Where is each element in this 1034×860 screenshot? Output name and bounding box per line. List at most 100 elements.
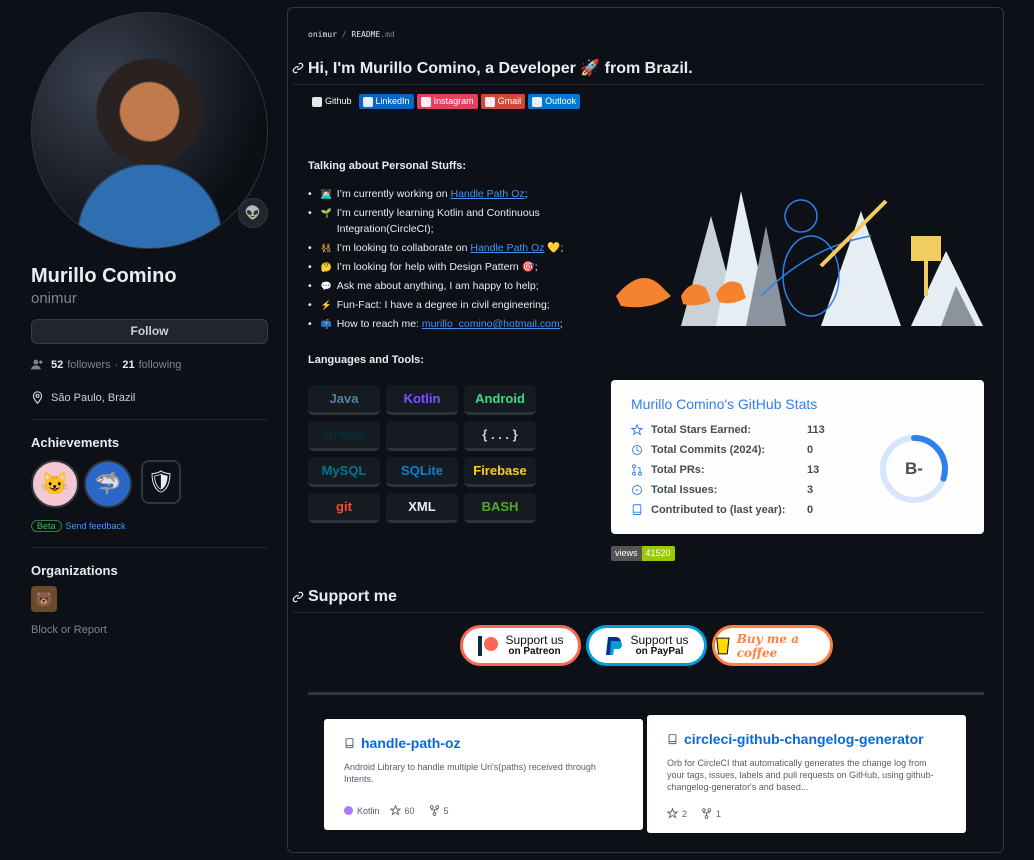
followers-count[interactable]: 52 [51,359,63,371]
repo-stars: 60 [404,805,415,816]
breadcrumb-user[interactable]: onimur [308,30,337,39]
stat-label: Total Issues: [651,484,718,496]
avatar[interactable] [31,12,268,249]
location-icon [32,391,43,404]
tool-badge: XML [386,493,458,523]
location-text: São Paulo, Brazil [51,391,136,404]
repo-icon [668,733,677,744]
tools-grid: Java Kotlin Android Gradle { . . . } MySQL SQL… [308,385,536,523]
bullet-link[interactable]: murillo_comino@hotmail.com [422,318,560,330]
beta-row: Beta Send feedback [31,520,268,532]
stat-value: 3 [807,484,814,496]
languages-title: Languages and Tools: [308,354,424,366]
bullet-link[interactable]: Handle Path Oz [470,242,544,254]
profile-sidebar: 👽 Murillo Comino onimur Follow 52 follow… [31,12,268,636]
stat-value: 0 [807,504,814,516]
social-badge-gmail[interactable]: Gmail [480,94,526,109]
octocat-illustration [616,191,983,326]
support-button-paypal[interactable]: Support us on PayPal [586,625,707,666]
repo-description: Android Library to handle multiple Uri's… [344,762,596,784]
views-badge: views 41520 [611,546,675,561]
send-feedback-link[interactable]: Send feedback [66,521,126,531]
organizations-title: Organizations [31,563,118,578]
coffee-cup-icon [716,637,730,654]
anchor-link-icon[interactable] [292,62,304,74]
repo-card[interactable]: circleci-github-changelog-generator Orb f… [647,715,966,833]
support-button-coffee[interactable]: Buy me a coffee [712,625,833,666]
follow-button[interactable]: Follow [31,319,268,344]
following-count[interactable]: 21 [122,359,134,371]
followers-label[interactable]: followers [67,359,110,371]
repo-meta: 21 [667,808,721,819]
outlook-icon [532,96,543,107]
anchor-link-icon[interactable] [292,591,304,603]
social-badge-instagram[interactable]: Instagram [416,94,478,109]
repo-name[interactable]: circleci-github-changelog-generator [667,731,924,747]
bullet-emoji: 🌱 [320,208,332,218]
language-color-dot [344,806,353,815]
star-icon [667,808,678,819]
repo-language: Kotlin [357,805,380,816]
tool-badge: Firebase [464,457,536,487]
status-alien-icon[interactable]: 👽 [238,198,268,228]
gmail-icon [484,96,495,107]
github-stats-card: Murillo Comino's GitHub Stats Total Star… [611,380,984,534]
repo-icon [632,504,642,515]
personal-list: 👨🏻‍💻I’m currently working on Handle Path… [308,186,588,335]
tool-badge: Java [308,385,380,415]
people-icon [31,359,43,370]
personal-title: Talking about Personal Stuffs: [308,160,467,172]
support-button-patreon[interactable]: Support us on Patreon [460,625,581,666]
stat-value: 113 [807,424,825,436]
repo-stars: 2 [682,808,688,819]
linkedin-icon [362,96,373,107]
repo-meta: Kotlin 60 5 [344,805,449,816]
list-item: 💬Ask me about anything, I am happy to he… [308,278,588,294]
tool-badge: { . . . } [464,421,536,451]
bullet-emoji: 💬 [320,281,332,291]
breadcrumb-ext: .md [380,30,395,39]
bullet-emoji: 👨🏻‍💻 [320,189,332,199]
stat-label: Total PRs: [651,464,705,476]
tool-badge: Kotlin [386,385,458,415]
achievement-yolo-icon[interactable]: 😺 [31,460,79,508]
stat-label: Total Stars Earned: [651,424,752,436]
organization-avatar[interactable]: 🐻 [31,586,57,612]
instagram-icon [420,96,431,107]
stat-value: 13 [807,464,820,476]
support-buttons: Support us on Patreon Support us on PayPal B… [460,625,833,666]
achievement-badges: 😺 🦈 🛡 [31,460,268,508]
list-item: 🌱I’m currently learning Kotlin and Conti… [308,205,588,237]
support-heading: Support me [292,588,984,613]
bullet-emoji: 📫 [320,319,332,329]
horizontal-rule [308,692,984,695]
repo-card[interactable]: handle-path-oz Android Library to handle … [324,719,643,830]
beta-label: Beta [31,520,62,532]
list-item: 📫How to reach me: murillo_comino@hotmail… [308,316,588,332]
social-badge-github[interactable]: Github [308,94,356,109]
pull-request-icon [632,464,642,476]
social-badge-linkedin[interactable]: LinkedIn [358,94,414,109]
profile-name: Murillo Comino [31,265,177,287]
tool-badge: git [308,493,380,523]
patreon-icon [478,635,499,656]
followers-row: 52 followers · 21 following [31,358,268,371]
bullet-link[interactable]: Handle Path Oz [450,188,524,200]
stat-row: Total Issues: 3 [631,484,813,496]
breadcrumb-file[interactable]: README [351,30,380,39]
bullet-emoji: ⚡ [320,300,332,310]
stat-row: Total PRs: 13 [631,464,819,476]
rank-grade: B- [905,459,923,478]
profile-login: onimur [31,290,77,307]
repo-description: Orb for CircleCI that automatically gene… [667,758,934,792]
views-value: 41520 [641,546,675,561]
following-label[interactable]: following [139,359,182,371]
tool-badge: Android [464,385,536,415]
repo-forks: 5 [443,805,449,816]
achievement-arctic-icon[interactable]: 🛡 [141,460,181,504]
achievement-shark-icon[interactable]: 🦈 [84,460,132,508]
repo-name[interactable]: handle-path-oz [344,735,461,751]
block-report-link[interactable]: Block or Report [31,624,268,636]
social-badge-outlook[interactable]: Outlook [528,94,581,109]
tool-badge: MySQL [308,457,380,487]
